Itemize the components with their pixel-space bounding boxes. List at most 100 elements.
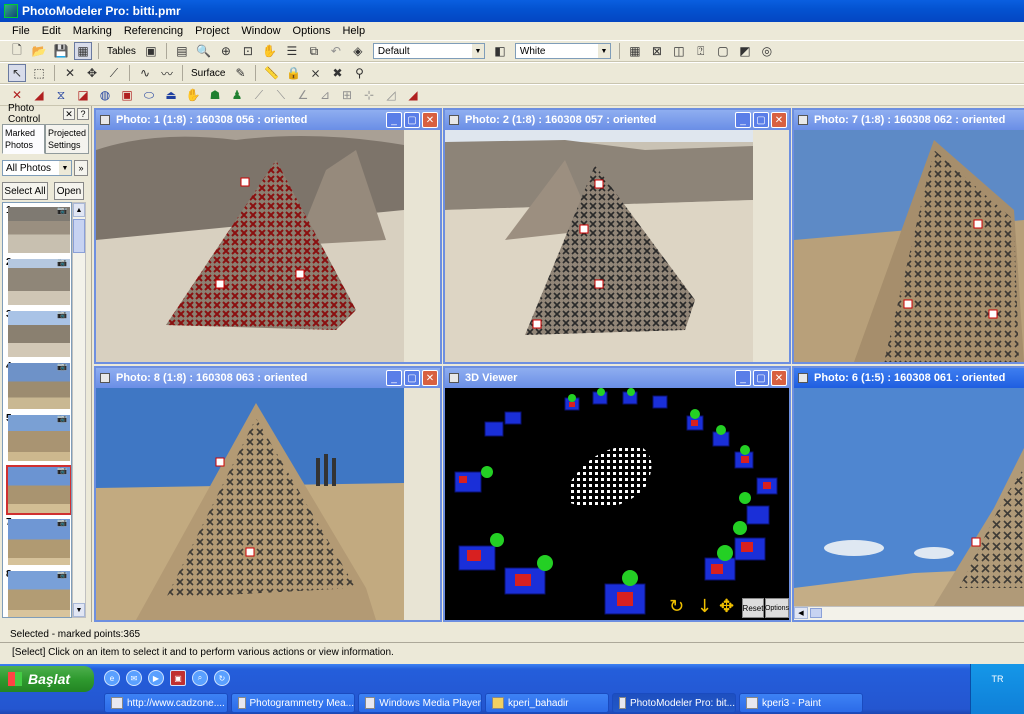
tab-marked-photos[interactable]: Marked Photos [2,124,45,154]
scroll-up-icon[interactable]: ▲ [73,203,85,217]
mark-point-icon[interactable]: ✕ [61,64,79,82]
paint-style-icon[interactable]: ◈ [349,42,367,60]
select-arrow-icon[interactable]: ↖ [8,64,26,82]
outlook-icon[interactable]: ✉ [126,670,142,686]
graph-icon[interactable]: ◫ [670,42,688,60]
slope-icon[interactable]: ◿ [382,86,400,104]
language-indicator[interactable]: TR [992,674,1004,684]
photo-window-caption[interactable]: Photo: 2 (1:8) : 160308 057 : oriented _… [445,110,789,130]
color-combo[interactable]: White ▼ [514,43,611,59]
edge-icon[interactable]: 〰 [158,64,176,82]
table-view-icon[interactable]: ▦ [626,42,644,60]
task-button[interactable]: Windows Media Player [358,693,482,713]
task-button[interactable]: Photogrammetry Mea... [231,693,355,713]
offset-icon[interactable]: ⊿ [316,86,334,104]
menu-project[interactable]: Project [187,25,233,37]
task-button[interactable]: kperi3 - Paint [739,693,863,713]
winamp-icon[interactable]: ▣ [170,670,186,686]
help-box-icon[interactable]: ⍰ [692,42,710,60]
task-button-active[interactable]: PhotoModeler Pro: bit... [612,693,736,713]
new-file-icon[interactable]: 🗋 [8,42,26,60]
refresh-icon[interactable]: ↻ [214,670,230,686]
color-swatch-icon[interactable]: ◧ [491,42,509,60]
start-button[interactable]: Başlat [0,666,94,692]
photo-window-caption-active[interactable]: Photo: 6 (1:5) : 160308 061 : oriented [794,368,1024,388]
person-icon[interactable]: ☗ [206,86,224,104]
photo-view[interactable]: ◀ [794,388,1024,620]
pan-hand-icon[interactable]: ✋ [261,42,279,60]
reset-button[interactable]: Reset [742,598,764,618]
mesh-icon[interactable]: ⧖ [52,86,70,104]
move-down-icon[interactable]: ↓ [697,596,712,617]
camera-dropdown-icon[interactable]: ▣ [142,42,160,60]
photo-view[interactable] [96,388,440,620]
delete-marks-icon[interactable]: ✖ [328,64,346,82]
media-player-icon[interactable]: ▶ [148,670,164,686]
zoom-out-icon[interactable]: 🔍 [195,42,213,60]
task-button[interactable]: http://www.cadzone.... [104,693,228,713]
photo-window-caption[interactable]: Photo: 8 (1:8) : 160308 063 : oriented _… [96,368,440,388]
photo-view[interactable] [445,130,789,362]
ellipse-icon[interactable]: ⬭ [140,86,158,104]
surface-patch-icon[interactable]: ◪ [74,86,92,104]
snap-icon[interactable]: ⟋ [250,86,268,104]
thumbnail-item[interactable]: 3📷 [4,307,70,359]
photo-filter-select[interactable]: All Photos ▼ [2,160,72,176]
tab-projected-settings[interactable]: Projected Settings [44,124,89,154]
curve-icon[interactable]: ∿ [136,64,154,82]
thumbnail-item-selected[interactable]: 6📷 [4,463,71,515]
photo-window-1[interactable]: Photo: 1 (1:8) : 160308 056 : oriented _… [94,108,442,364]
ruler-icon[interactable]: 📏 [262,64,280,82]
select-all-button[interactable]: Select All [2,182,48,200]
thumbnail-item[interactable]: 8📷 [4,567,70,617]
tables-menu-button[interactable]: Tables [107,46,136,57]
grid-snap-icon[interactable]: ⊞ [338,86,356,104]
undo-icon[interactable]: ↶ [327,42,345,60]
photo-window-7[interactable]: Photo: 7 (1:8) : 160308 062 : oriented [792,108,1024,364]
menu-window[interactable]: Window [233,25,284,37]
menu-file[interactable]: File [0,25,34,37]
internet-explorer-icon[interactable]: e [104,670,120,686]
photo-window-caption[interactable]: Photo: 7 (1:8) : 160308 062 : oriented [794,110,1024,130]
open-folder-icon[interactable]: 📂 [30,42,48,60]
search-icon[interactable]: ⌕ [192,670,208,686]
pencil-icon[interactable]: ✎ [231,64,249,82]
windows-icon[interactable]: ⧉ [305,42,323,60]
list-icon[interactable]: ☰ [283,42,301,60]
zoom-fit-icon[interactable]: ⊡ [239,42,257,60]
photo-window-caption[interactable]: Photo: 1 (1:8) : 160308 056 : oriented _… [96,110,440,130]
hand-marker-icon[interactable]: ✋ [184,86,202,104]
expand-icon[interactable]: » [74,160,88,176]
thumbnail-scrollbar[interactable]: ▲ ▼ [72,202,86,618]
menu-help[interactable]: Help [334,25,369,37]
close-icon[interactable]: ✕ [422,370,438,386]
maximize-icon[interactable]: ▢ [753,112,769,128]
minimize-icon[interactable]: _ [386,112,402,128]
diagonal-icon[interactable]: ◩ [736,42,754,60]
close-icon[interactable]: ✕ [771,112,787,128]
menu-marking[interactable]: Marking [65,25,116,37]
select-region-icon[interactable]: ⬚ [30,64,48,82]
figure-icon[interactable]: ♟ [228,86,246,104]
minimize-icon[interactable]: _ [386,370,402,386]
viewer-3d-caption[interactable]: 3D Viewer _ ▢ ✕ [445,368,789,388]
scroll-thumb[interactable] [73,219,85,253]
camera-view-icon[interactable]: ◎ [758,42,776,60]
horizontal-scrollbar[interactable]: ◀ [794,606,1024,620]
frame-icon[interactable]: ▢ [714,42,732,60]
open-button[interactable]: Open [54,182,84,200]
minimize-icon[interactable]: _ [735,112,751,128]
cylinder-icon[interactable]: ◍ [96,86,114,104]
cone-icon[interactable]: ⏏ [162,86,180,104]
pan-cross-icon[interactable]: ✥ [719,596,734,617]
triangle-icon[interactable]: ◢ [30,86,48,104]
reference-icon[interactable]: ✕ [8,86,26,104]
task-button[interactable]: kperi_bahadir [485,693,609,713]
maximize-icon[interactable]: ▢ [753,370,769,386]
minimize-icon[interactable]: _ [735,370,751,386]
help-icon[interactable]: ? [77,108,89,120]
close-icon[interactable]: ✕ [422,112,438,128]
thumbnail-item[interactable]: 4📷 [4,359,70,411]
box-icon[interactable]: ▣ [118,86,136,104]
scroll-down-icon[interactable]: ▼ [73,603,85,617]
